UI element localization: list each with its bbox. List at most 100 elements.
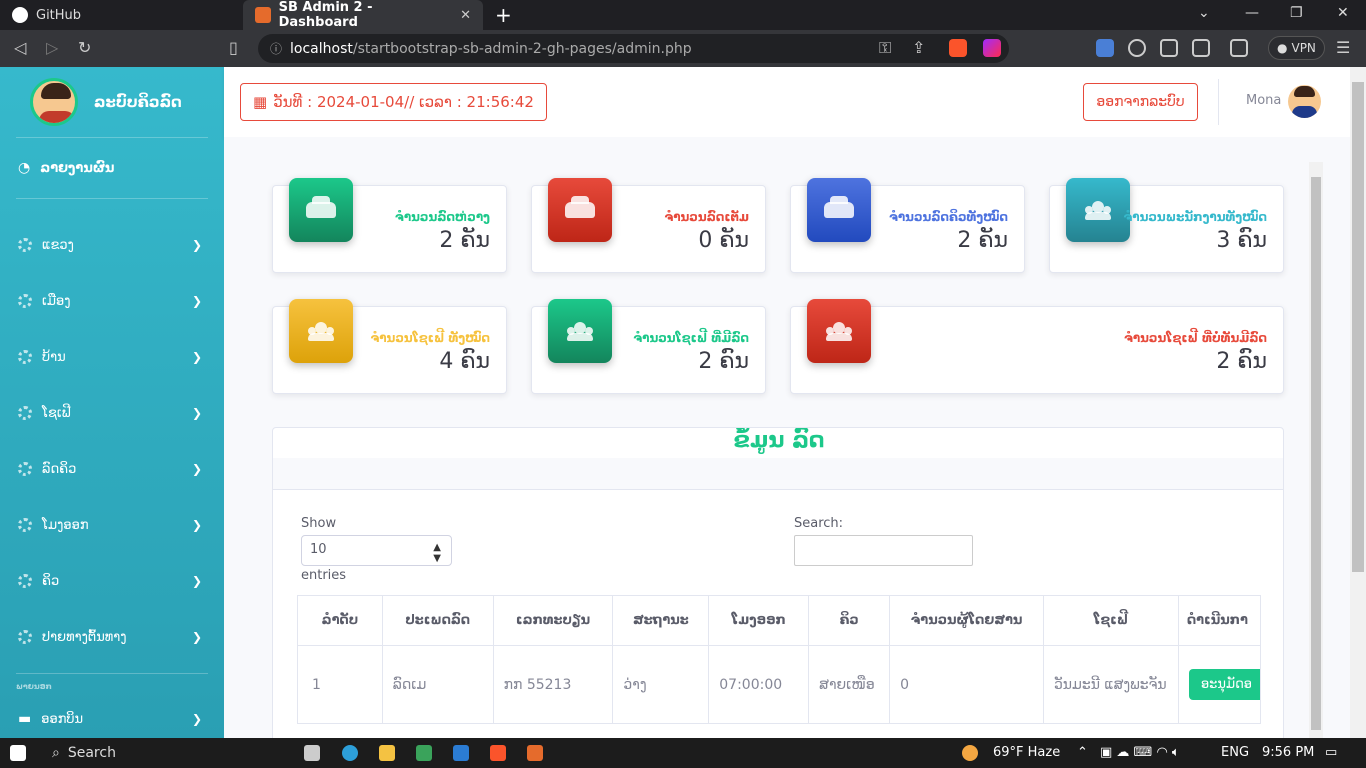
stat-card-free-cars: ຈຳນວນລົດຫ່ວາງ 2 ຄັນ xyxy=(272,178,507,273)
sidebar-item-dashboard[interactable]: ◔ ລາຍງານຜົນ xyxy=(0,138,224,198)
tab-github[interactable]: GitHub xyxy=(0,0,242,30)
chevron-right-icon: ❯ xyxy=(191,294,202,308)
wallet-icon[interactable] xyxy=(1230,39,1248,57)
cell-driver: ວັນມະນີ ແສງພະຈັນ xyxy=(1042,645,1179,724)
search-input[interactable] xyxy=(794,535,973,566)
entries-select[interactable]: 10 ▲ ▼ xyxy=(301,535,452,566)
sidebar-brand[interactable]: ລະບົບຄິວລົດ xyxy=(0,67,224,137)
entries-label: entries xyxy=(301,568,347,583)
table-row: 1 ລົດເມ ກກ 55213 ວ່າງ 07:00:00 ສາຍເໜືອ 0… xyxy=(297,645,1262,724)
sidebar-item-label: ແຂວງ xyxy=(42,237,74,253)
brand-avatar xyxy=(30,78,78,126)
notification-icon[interactable]: ▭ xyxy=(1325,745,1337,760)
stat-label: ຈຳນວນພະນັກງານທັງໝົດ xyxy=(1123,210,1267,224)
vpn-label: VPN xyxy=(1291,41,1316,55)
car-icon xyxy=(548,178,612,242)
user-name[interactable]: Mona xyxy=(1246,93,1281,108)
chevron-right-icon: ❯ xyxy=(191,462,202,476)
chevron-right-icon: ❯ xyxy=(191,406,202,420)
reload-icon[interactable]: ↻ xyxy=(78,38,91,57)
show-label: Show xyxy=(301,516,337,531)
windows-start-icon[interactable] xyxy=(10,745,26,761)
extensions-icon[interactable] xyxy=(1160,39,1178,57)
weather-icon[interactable] xyxy=(962,745,978,761)
stat-value: 2 ຄົນ xyxy=(1216,349,1267,374)
tray-app-icons[interactable]: ▣ ☁ ⌨ ◠ 🔈︎ xyxy=(1100,745,1180,760)
brave-taskbar-icon[interactable] xyxy=(490,745,506,761)
column-header[interactable]: ດຳເນີນກາ xyxy=(1177,595,1262,646)
task-view-icon[interactable] xyxy=(304,745,320,761)
brave-shields-icon[interactable] xyxy=(949,39,967,57)
column-header[interactable]: ຄິວ xyxy=(808,595,891,646)
approve-button[interactable]: ອະນຸມັດອ xyxy=(1188,669,1260,700)
react-devtools-icon[interactable] xyxy=(1128,39,1146,57)
chevron-right-icon: ❯ xyxy=(191,712,202,726)
gear-icon xyxy=(18,406,32,420)
sidebar-item-route[interactable]: ປາຍທາງຕົ້ນທາງ ❯ xyxy=(0,609,224,665)
restore-icon[interactable]: ❐ xyxy=(1290,5,1303,21)
tray-expand-icon[interactable]: ⌃ xyxy=(1077,745,1088,760)
weather-text[interactable]: 69°F Haze xyxy=(993,745,1060,760)
close-tab-icon[interactable]: ✕ xyxy=(460,8,471,23)
column-header[interactable]: ໂມງອອກ xyxy=(708,595,810,646)
store-icon[interactable] xyxy=(416,745,432,761)
sidebar-toggle-icon[interactable] xyxy=(1192,39,1210,57)
xampp-icon xyxy=(255,7,271,23)
clock[interactable]: 9:56 PM xyxy=(1262,745,1314,760)
sidebar-item-province[interactable]: ແຂວງ ❯ xyxy=(0,217,224,273)
stat-card-full-cars: ຈຳນວນລົດເຕັມ 0 ຄັນ xyxy=(531,178,766,273)
new-tab-icon[interactable]: + xyxy=(495,3,512,27)
sidebar: ລະບົບຄິວລົດ ◔ ລາຍງານຜົນ ແຂວງ ❯ ເມືອງ ❯ ບ… xyxy=(0,67,224,738)
column-header[interactable]: ເລກທະບຽນ xyxy=(492,595,614,646)
brave-rewards-icon[interactable] xyxy=(983,39,1001,57)
taskbar-search[interactable]: ⌕ Search xyxy=(44,741,230,765)
column-header[interactable]: ຈຳນວນຜູ້ໂດຍສານ xyxy=(889,595,1044,646)
translate-icon[interactable] xyxy=(1096,39,1114,57)
bookmark-icon[interactable]: ▯ xyxy=(229,38,238,57)
chevron-right-icon: ❯ xyxy=(191,630,202,644)
key-icon[interactable]: ⚿ xyxy=(879,38,891,58)
minimize-icon[interactable]: — xyxy=(1245,5,1259,21)
column-header[interactable]: ໂຊເຟີ xyxy=(1042,595,1179,646)
edge-icon[interactable] xyxy=(342,745,358,761)
close-window-icon[interactable]: ✕ xyxy=(1337,5,1349,21)
tab-search-icon[interactable]: ⌄ xyxy=(1198,5,1210,21)
url-bar[interactable]: ⓘ localhost/startbootstrap-sb-admin-2-gh… xyxy=(258,34,1009,63)
forward-icon[interactable]: ▷ xyxy=(46,38,58,57)
sidebar-item-village[interactable]: ບ້ານ ❯ xyxy=(0,329,224,385)
sidebar-item-district[interactable]: ເມືອງ ❯ xyxy=(0,273,224,329)
share-icon[interactable]: ⇪ xyxy=(912,38,925,57)
select-arrows-icon: ▲ ▼ xyxy=(433,542,441,564)
address-toolbar: ◁ ▷ ↻ ▯ ⓘ localhost/startbootstrap-sb-ad… xyxy=(0,30,1366,67)
sidebar-item-queue-car[interactable]: ລົດຄິວ ❯ xyxy=(0,441,224,497)
logout-button[interactable]: ອອກຈາກລະບົບ xyxy=(1083,83,1198,121)
back-icon[interactable]: ◁ xyxy=(14,38,26,57)
xampp-taskbar-icon[interactable] xyxy=(527,745,543,761)
topbar: ▦ ວັນທີ : 2024-01-04// ເວລາ : 21:56:42 ອ… xyxy=(224,67,1366,137)
stat-value: 2 ຄົນ xyxy=(698,349,749,374)
tab-sb-admin[interactable]: SB Admin 2 - Dashboard ✕ xyxy=(243,0,483,30)
user-avatar[interactable] xyxy=(1288,85,1321,118)
sidebar-item-departure-time[interactable]: ໂມງອອກ ❯ xyxy=(0,497,224,553)
vpn-button[interactable]: ● VPN xyxy=(1268,36,1325,60)
column-header[interactable]: ສະຖານະ xyxy=(612,595,710,646)
sidebar-item-driver[interactable]: ໂຊເຟີ ❯ xyxy=(0,385,224,441)
gear-icon xyxy=(18,294,32,308)
calendar-icon: ▦ xyxy=(253,93,268,111)
column-header[interactable]: ລຳດັບ xyxy=(297,595,383,646)
sidebar-item-label: ປາຍທາງຕົ້ນທາງ xyxy=(42,629,127,645)
menu-icon[interactable]: ☰ xyxy=(1336,38,1350,57)
file-explorer-icon[interactable] xyxy=(379,745,395,761)
search-label: Search: xyxy=(794,516,844,531)
page-scrollbar-thumb[interactable] xyxy=(1352,82,1364,572)
sidebar-item-ticket[interactable]: ▬ ອອກບິນ ❯ xyxy=(0,699,224,738)
chevron-right-icon: ❯ xyxy=(191,350,202,364)
users-icon xyxy=(1066,178,1130,242)
language-indicator[interactable]: ENG xyxy=(1221,745,1249,760)
table-scrollbar-thumb[interactable] xyxy=(1311,177,1321,730)
stat-card-drivers-without-car: ຈຳນວນໂຊເຟີ ທີ່ບໍ່ທັນມີລົດ 2 ຄົນ xyxy=(790,299,1284,394)
mail-icon[interactable] xyxy=(453,745,469,761)
users-icon xyxy=(548,299,612,363)
column-header[interactable]: ປະເພດລົດ xyxy=(381,595,494,646)
sidebar-item-queue[interactable]: ຄິວ ❯ xyxy=(0,553,224,609)
